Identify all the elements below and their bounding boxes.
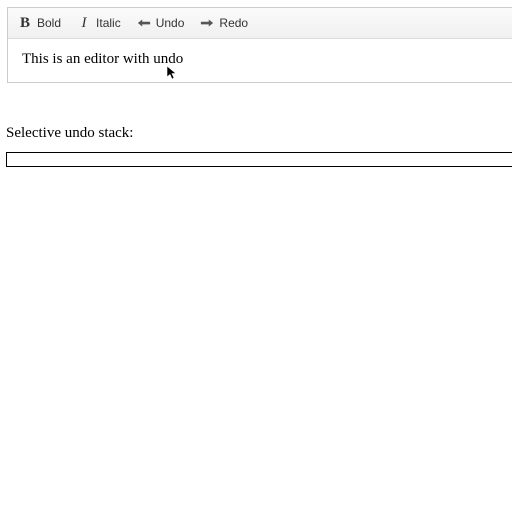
redo-label: Redo bbox=[219, 16, 248, 30]
undo-stack-label: Selective undo stack: bbox=[6, 125, 512, 142]
bold-icon: B bbox=[18, 16, 32, 30]
bold-button[interactable]: B Bold bbox=[18, 16, 61, 30]
undo-stack-box bbox=[6, 152, 512, 167]
italic-label: Italic bbox=[96, 16, 121, 30]
toolbar: B Bold I Italic Undo Redo bbox=[8, 8, 512, 39]
bold-label: Bold bbox=[37, 16, 61, 30]
italic-button[interactable]: I Italic bbox=[77, 16, 121, 30]
editor-container: B Bold I Italic Undo Redo This is an ed bbox=[7, 7, 512, 83]
redo-button[interactable]: Redo bbox=[200, 16, 248, 30]
undo-label: Undo bbox=[156, 16, 185, 30]
undo-button[interactable]: Undo bbox=[137, 16, 185, 30]
mouse-cursor-icon bbox=[166, 65, 178, 81]
editor-textarea[interactable]: This is an editor with undo bbox=[8, 39, 512, 82]
undo-icon bbox=[137, 16, 151, 30]
editor-text: This is an editor with undo bbox=[22, 51, 183, 67]
italic-icon: I bbox=[77, 16, 91, 30]
redo-icon bbox=[200, 16, 214, 30]
